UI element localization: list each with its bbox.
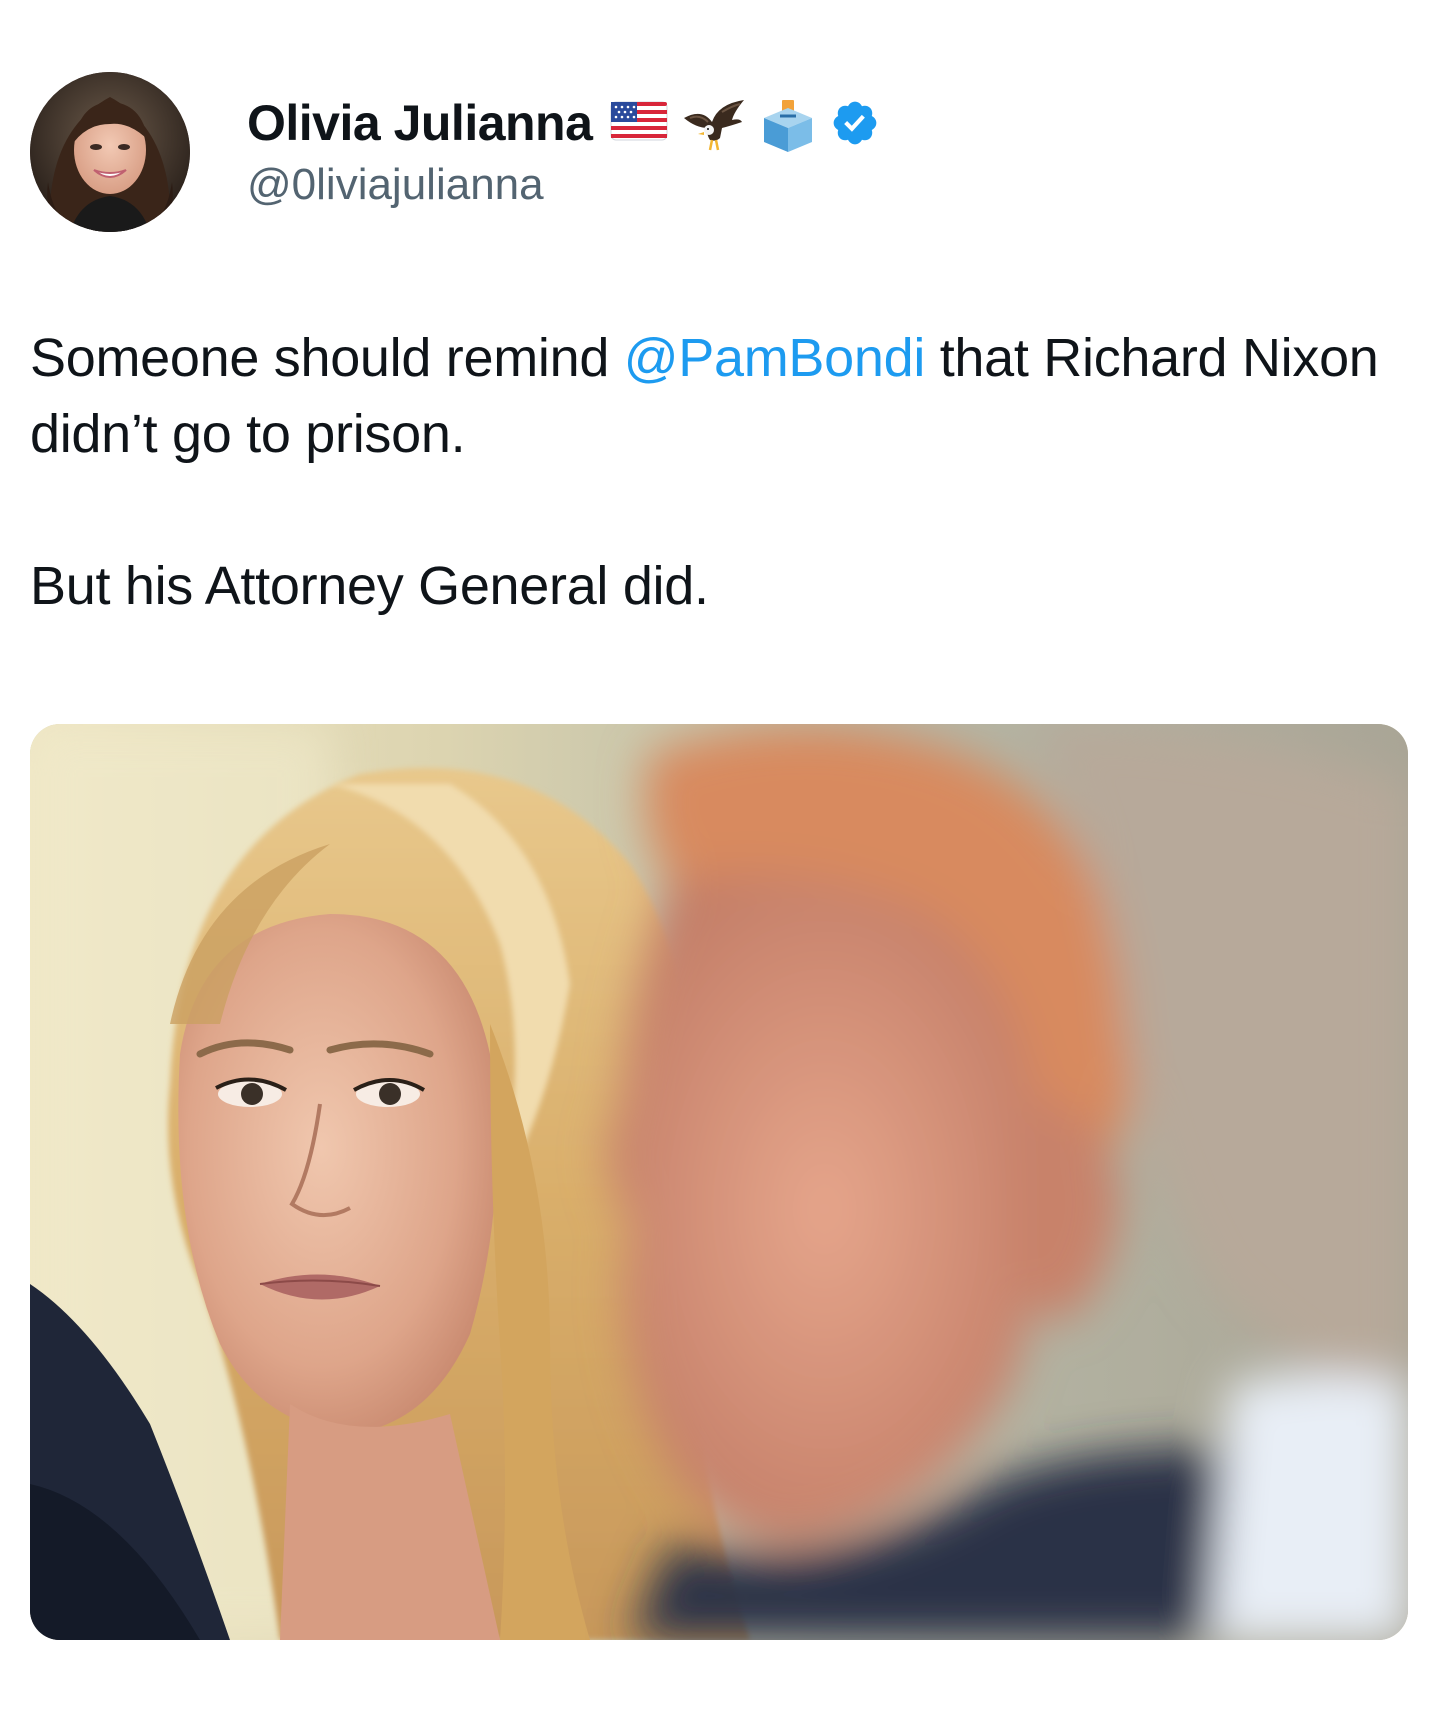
tweet-paragraph-1: Someone should remind @PamBondi that Ric… bbox=[30, 320, 1410, 472]
author-names: Olivia Julianna @0liviajulianna bbox=[247, 92, 880, 210]
tweet-text: Someone should remind @PamBondi that Ric… bbox=[30, 320, 1410, 624]
text-before-mention: Someone should remind bbox=[30, 328, 624, 388]
tweet-header: Olivia Julianna @0liviajulianna bbox=[30, 72, 880, 232]
mention-link[interactable]: @PamBondi bbox=[624, 328, 926, 388]
us-flag-icon bbox=[610, 98, 668, 148]
tweet-media-photo[interactable] bbox=[30, 724, 1408, 1640]
handle[interactable]: @0liviajulianna bbox=[247, 160, 880, 210]
avatar[interactable] bbox=[30, 72, 190, 232]
verified-badge-icon bbox=[830, 98, 880, 148]
name-row: Olivia Julianna bbox=[247, 92, 880, 154]
display-name[interactable]: Olivia Julianna bbox=[247, 94, 593, 152]
eagle-icon bbox=[682, 98, 746, 151]
tweet: Olivia Julianna @0liviajulianna Someone … bbox=[0, 0, 1440, 1713]
ballot-box-icon bbox=[760, 98, 816, 152]
tweet-paragraph-2: But his Attorney General did. bbox=[30, 556, 709, 616]
avatar-photo bbox=[30, 72, 190, 232]
photo-image bbox=[30, 724, 1408, 1640]
